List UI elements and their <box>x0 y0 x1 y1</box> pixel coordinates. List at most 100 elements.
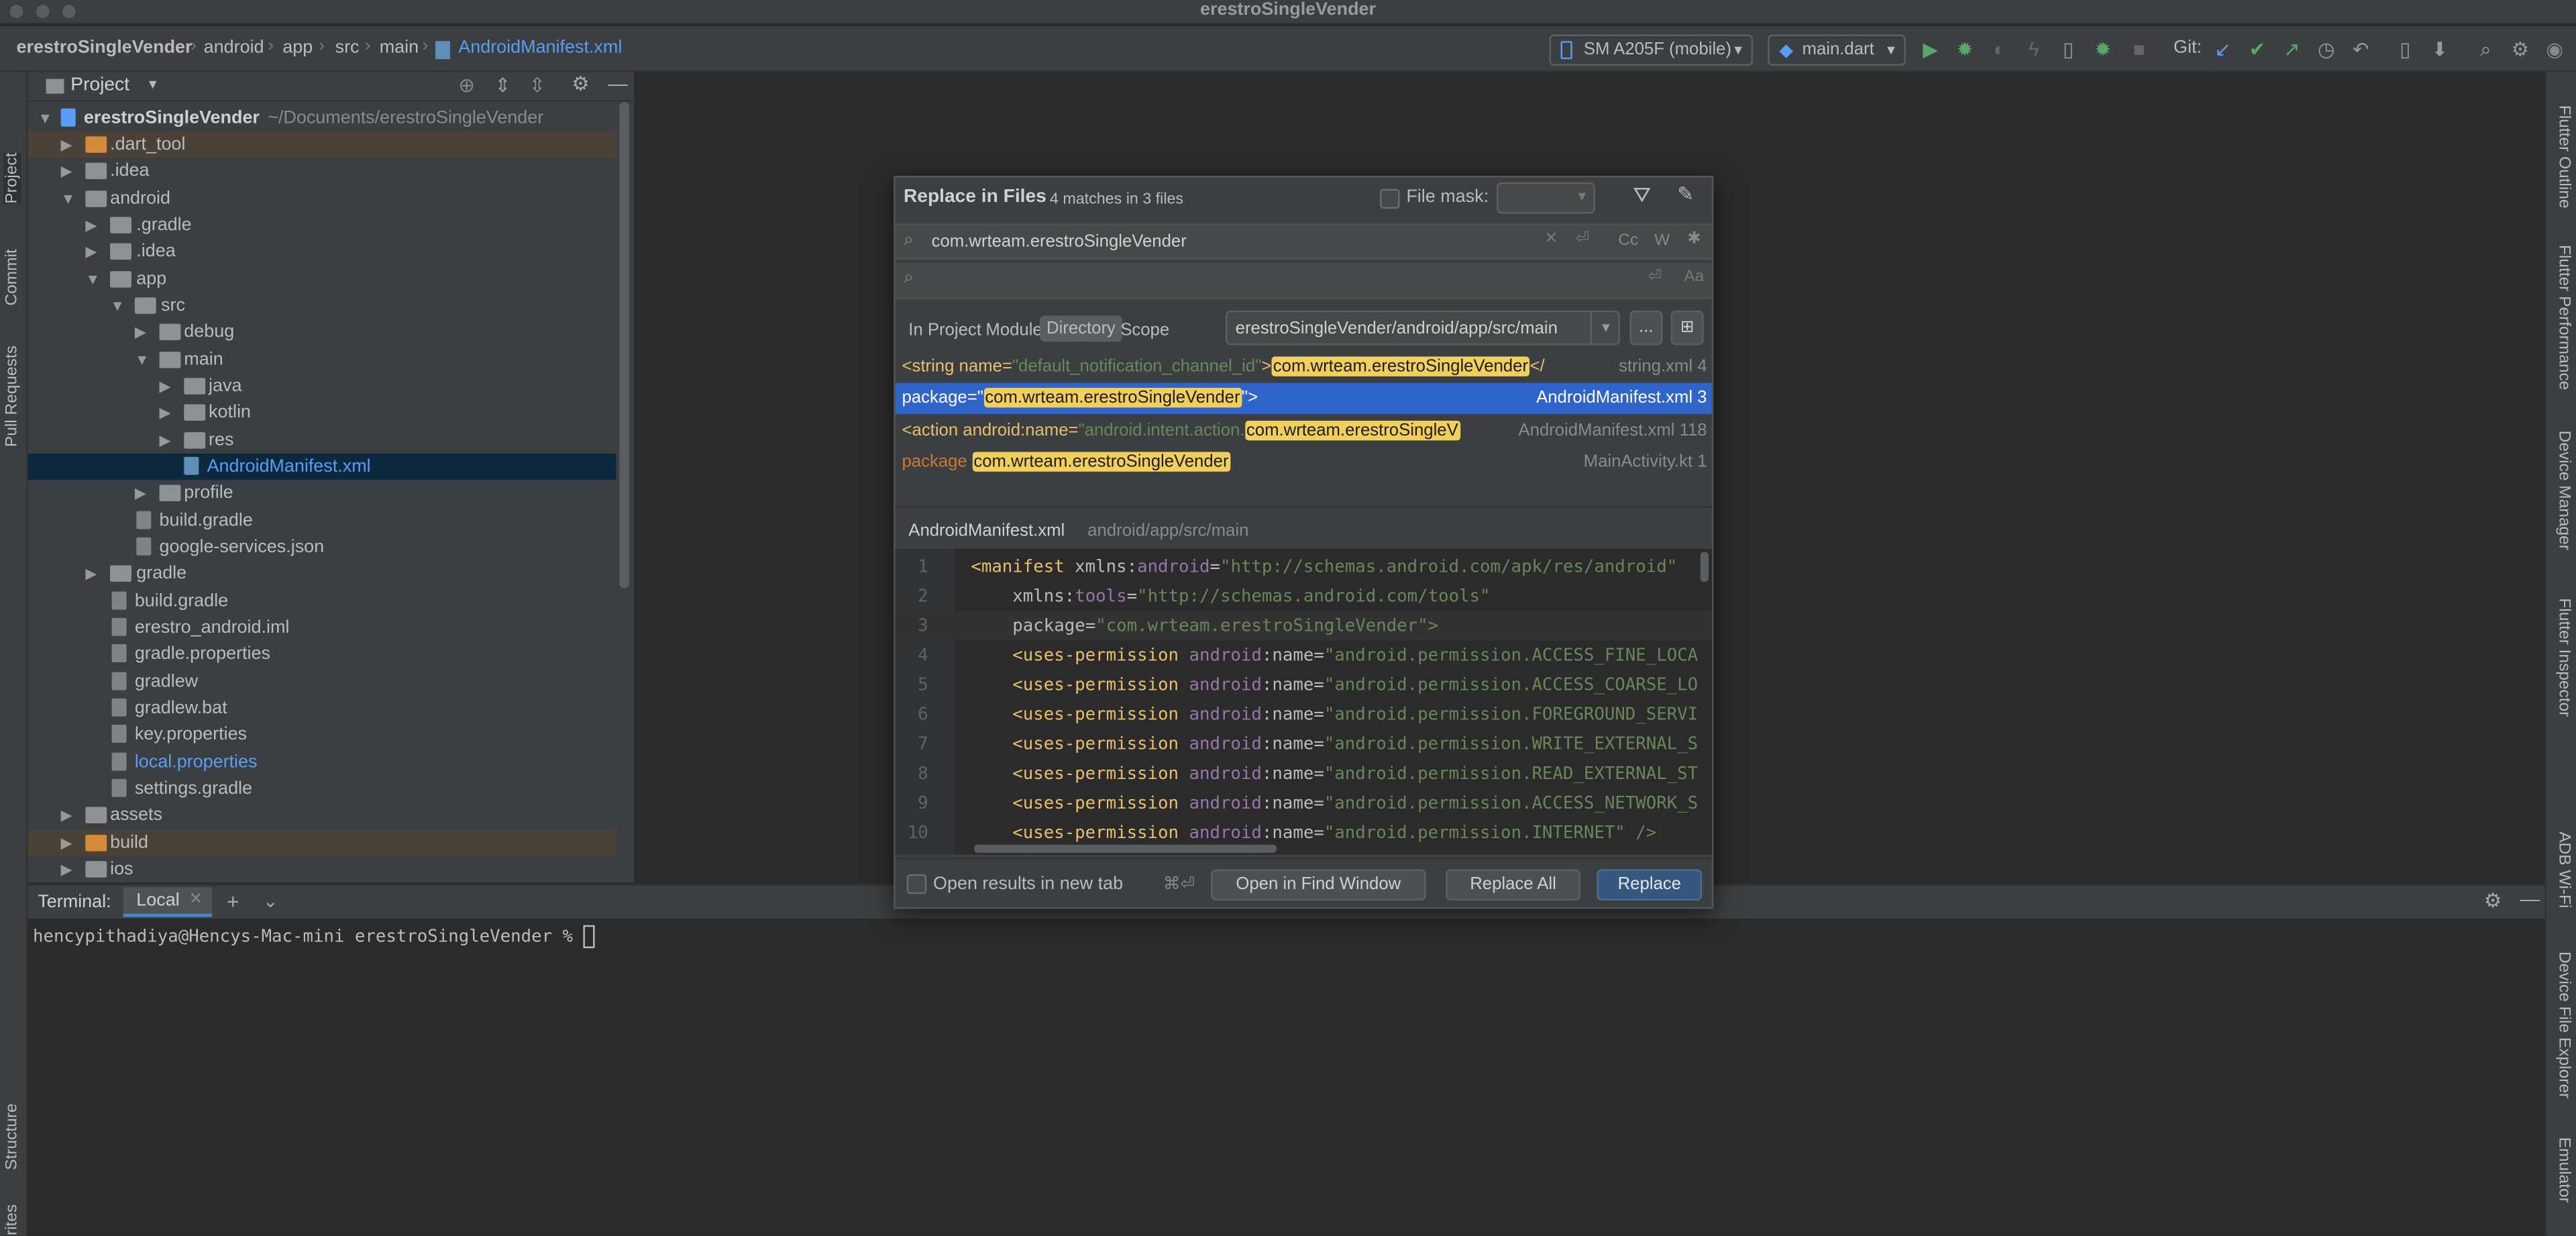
terminal-tab-local[interactable]: Local ✕ <box>123 887 212 917</box>
whole-words-toggle[interactable]: W <box>1654 231 1670 250</box>
replace-all-button[interactable]: Replace All <box>1446 869 1580 901</box>
result-row[interactable]: <action android:name="android.intent.act… <box>896 415 1712 448</box>
project-tool-tab[interactable]: Project <box>3 152 21 204</box>
chevron-down-icon[interactable]: ⌄ <box>263 890 278 912</box>
tree-item[interactable]: ▼ main <box>28 347 616 373</box>
hide-panel-icon[interactable]: — <box>608 72 627 95</box>
locate-icon[interactable]: ⊕ <box>458 74 475 97</box>
tree-item[interactable]: ▶ java <box>28 373 616 399</box>
zoom-window-button[interactable] <box>62 5 76 18</box>
preview-horizontal-scrollbar[interactable] <box>974 844 1277 854</box>
attach-debugger-icon[interactable]: ✹ <box>2090 36 2116 62</box>
project-scrollbar[interactable] <box>619 101 629 588</box>
structure-tool-tab[interactable]: Structure <box>3 1103 21 1170</box>
flutter-outline-tool-tab[interactable]: Flutter Outline <box>2555 105 2573 209</box>
tree-item[interactable]: ▶ profile <box>28 480 616 506</box>
search-input[interactable]: com.wrteam.erestroSingleVender <box>932 231 1187 251</box>
tab-in-project[interactable]: In Project <box>908 321 981 340</box>
tree-item[interactable]: ▶ .idea <box>28 158 616 184</box>
run-icon[interactable]: ▶ <box>1917 36 1943 62</box>
pin-icon[interactable]: ✎ <box>1677 183 1694 205</box>
add-tab-icon[interactable]: + <box>227 889 239 914</box>
preserve-case-icon[interactable]: Aa <box>1684 268 1704 286</box>
project-panel-title[interactable]: Project <box>70 76 129 95</box>
tab-directory[interactable]: Directory <box>1040 315 1122 342</box>
flutter-inspector-tool-tab[interactable]: Flutter Inspector <box>2555 598 2573 717</box>
stop-icon[interactable]: ■ <box>2126 36 2152 62</box>
replace-field[interactable]: ⌕ ⏎ Aa <box>895 262 1712 299</box>
device-manager-icon[interactable]: ▯ <box>2392 36 2418 62</box>
filter-icon[interactable]: ⛛ <box>1633 183 1651 209</box>
tree-item[interactable]: google-services.json <box>28 534 616 560</box>
tree-item[interactable]: build.gradle <box>28 588 616 615</box>
tree-item[interactable]: gradle.properties <box>28 641 616 667</box>
tree-item[interactable]: ▶ res <box>28 427 616 454</box>
clear-icon[interactable]: ✕ <box>1544 230 1558 248</box>
emulator-tool-tab[interactable]: Emulator <box>2555 1137 2573 1203</box>
chevron-down-icon[interactable]: ▼ <box>146 77 159 92</box>
flutter-performance-tool-tab[interactable]: Flutter Performance <box>2555 245 2573 390</box>
tree-item[interactable]: ▶ assets <box>28 802 616 828</box>
tree-item[interactable]: key.properties <box>28 721 616 748</box>
tree-item-selected[interactable]: AndroidManifest.xml <box>28 453 616 480</box>
regex-toggle-icon[interactable]: ✱ <box>1687 230 1701 248</box>
breadcrumb-main[interactable]: main <box>380 38 419 57</box>
result-row[interactable]: package com.wrteam.erestroSingleVender M… <box>896 447 1712 478</box>
expand-all-icon[interactable]: ⇕ <box>494 74 511 97</box>
gear-icon[interactable]: ⚙ <box>572 72 589 95</box>
run-config-selector[interactable]: ◆ main.dart ▼ <box>1768 34 1906 66</box>
settings-icon[interactable]: ⚙ <box>2507 36 2533 62</box>
code-preview[interactable]: 1 <manifest xmlns:android="http://schemas… <box>895 548 1712 855</box>
tree-item[interactable]: ▼ app <box>28 266 616 293</box>
tree-item[interactable]: ▶ kotlin <box>28 399 616 425</box>
git-push-icon[interactable]: ↗ <box>2279 36 2305 62</box>
terminal-output[interactable]: hencypithadiya@Hencys-Mac-mini erestroSi… <box>33 925 595 949</box>
apply-changes-icon[interactable]: ▯ <box>2055 36 2082 62</box>
tree-item[interactable]: gradlew <box>28 669 616 695</box>
tree-item[interactable]: ▶ .gradle <box>28 212 616 238</box>
recursive-toggle-icon[interactable]: ⊞ <box>1670 310 1704 346</box>
chevron-down-icon[interactable]: ▼ <box>1590 312 1619 344</box>
tree-item[interactable]: build.gradle <box>28 508 616 534</box>
tree-item[interactable]: ▶ ios <box>28 856 616 882</box>
close-icon[interactable]: ✕ <box>189 890 203 909</box>
adb-wifi-tool-tab[interactable]: ADB Wi-Fi <box>2555 831 2573 908</box>
hot-reload-icon[interactable]: ϟ <box>2021 36 2047 62</box>
tree-item[interactable]: local.properties <box>28 750 616 776</box>
replace-button[interactable]: Replace <box>1597 869 1703 901</box>
file-mask-checkbox[interactable] <box>1380 189 1400 209</box>
open-new-tab-checkbox[interactable] <box>906 874 927 894</box>
breadcrumb-android[interactable]: android <box>204 38 264 57</box>
tree-item[interactable]: ▶ .idea <box>28 238 616 264</box>
git-update-icon[interactable]: ↙ <box>2210 36 2236 62</box>
tree-item[interactable]: gradlew.bat <box>28 695 616 721</box>
favorites-tool-tab[interactable]: Favorites <box>3 1204 21 1236</box>
hide-panel-icon[interactable]: — <box>2520 887 2540 910</box>
tree-item[interactable]: ▼ src <box>28 293 616 319</box>
device-selector[interactable]: SM A205F (mobile) ▼ <box>1549 34 1754 66</box>
history-icon[interactable]: ◷ <box>2313 36 2339 62</box>
result-row-selected[interactable]: package=" com.wrteam.erestroSingleVender "… <box>895 382 1712 415</box>
breadcrumb-src[interactable]: src <box>335 38 360 57</box>
profile-icon[interactable]: ◐ <box>1986 36 2012 62</box>
tree-item[interactable]: ▶ gradle <box>28 560 616 586</box>
close-window-button[interactable] <box>9 5 23 18</box>
tree-item[interactable]: ▶ build <box>28 829 616 856</box>
directory-combobox[interactable]: erestroSingleVender/android/app/src/main… <box>1225 310 1620 346</box>
commit-tool-tab[interactable]: Commit <box>3 249 21 305</box>
device-manager-tool-tab[interactable]: Device Manager <box>2555 431 2573 550</box>
tree-item[interactable]: settings.gradle <box>28 776 616 802</box>
pull-requests-tool-tab[interactable]: Pull Requests <box>3 346 21 447</box>
tree-item[interactable]: erestro_android.iml <box>28 615 616 641</box>
sdk-manager-icon[interactable]: ⬇ <box>2426 36 2453 62</box>
tab-scope[interactable]: Scope <box>1120 321 1169 340</box>
tree-item-root[interactable]: ▼ erestroSingleVender ~/Documents/erestr… <box>28 105 616 132</box>
search-field[interactable]: ⌕ com.wrteam.erestroSingleVender ✕ ⏎ Cc … <box>895 223 1712 260</box>
breadcrumb-file[interactable]: AndroidManifest.xml <box>458 38 622 57</box>
result-row[interactable]: <string name="default_notification_chann… <box>896 352 1712 383</box>
device-file-explorer-tool-tab[interactable]: Device File Explorer <box>2555 951 2573 1098</box>
collapse-all-icon[interactable]: ⇳ <box>529 74 546 97</box>
browse-directory-button[interactable]: ... <box>1629 310 1663 346</box>
open-in-find-window-button[interactable]: Open in Find Window <box>1210 869 1426 901</box>
breadcrumb-app[interactable]: app <box>282 38 313 57</box>
